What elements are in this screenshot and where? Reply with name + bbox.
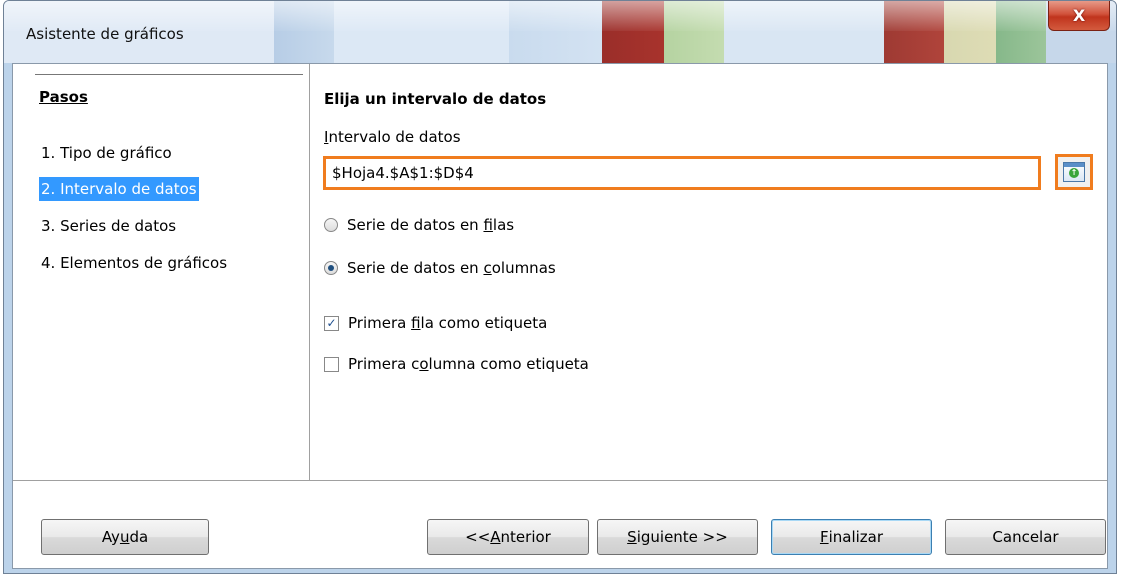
step-item-data-range[interactable]: 2. Intervalo de datos [39, 177, 199, 201]
main-pane: Elija un intervalo de datos Intervalo de… [310, 64, 1107, 480]
help-button[interactable]: Ay u da [41, 519, 209, 555]
first-row-label-text: Primera fila como etiqueta [348, 314, 548, 332]
next-button[interactable]: Siguiente >> [597, 519, 758, 555]
shrink-range-icon: ↑ [1063, 162, 1085, 182]
steps-divider [35, 74, 303, 75]
series-in-columns-radio[interactable] [324, 261, 338, 275]
shrink-range-button[interactable]: ↑ [1055, 154, 1093, 190]
step-item-chart-type[interactable]: 1. Tipo de gráfico [39, 141, 174, 165]
data-range-label-text: ntervalo de datos [328, 128, 461, 146]
chart-wizard-window: Asistente de gráficos X Pasos 1. Tipo de… [3, 0, 1117, 574]
first-column-label-checkbox[interactable] [324, 356, 339, 372]
close-button[interactable]: X [1048, 1, 1110, 31]
series-in-columns-label: Serie de datos en columnas [347, 259, 556, 277]
series-in-rows-option[interactable]: Serie de datos en filas [324, 214, 514, 236]
dialog-client-area: Pasos 1. Tipo de gráfico 2. Intervalo de… [12, 63, 1108, 569]
steps-heading: Pasos [39, 88, 88, 106]
data-range-label: Intervalo de datos [324, 128, 461, 146]
series-in-rows-label: Serie de datos en filas [347, 216, 515, 234]
step-item-data-series[interactable]: 3. Series de datos [39, 214, 178, 238]
step-item-chart-elements[interactable]: 4. Elementos de gráficos [39, 251, 229, 275]
first-column-label-option[interactable]: Primera columna como etiqueta [324, 353, 589, 375]
first-column-label-text: Primera columna como etiqueta [348, 355, 589, 373]
close-icon: X [1072, 6, 1086, 25]
section-title: Elija un intervalo de datos [324, 90, 547, 108]
series-in-rows-radio[interactable] [324, 218, 338, 232]
first-row-label-checkbox[interactable]: ✓ [324, 315, 339, 331]
first-row-label-option[interactable]: ✓ Primera fila como etiqueta [324, 312, 547, 334]
finish-button[interactable]: Finalizar [771, 519, 932, 555]
cancel-button[interactable]: Cancelar [945, 519, 1106, 555]
title-bar[interactable]: Asistente de gráficos X [4, 1, 1116, 63]
window-title: Asistente de gráficos [26, 25, 184, 43]
data-range-input[interactable] [323, 156, 1041, 190]
steps-pane: Pasos 1. Tipo de gráfico 2. Intervalo de… [13, 64, 310, 480]
back-button[interactable]: << Anterior [427, 519, 589, 555]
dialog-footer: Ay u da << Anterior Siguiente >> Finalizar… [13, 480, 1107, 568]
series-in-columns-option[interactable]: Serie de datos en columnas [324, 257, 556, 279]
